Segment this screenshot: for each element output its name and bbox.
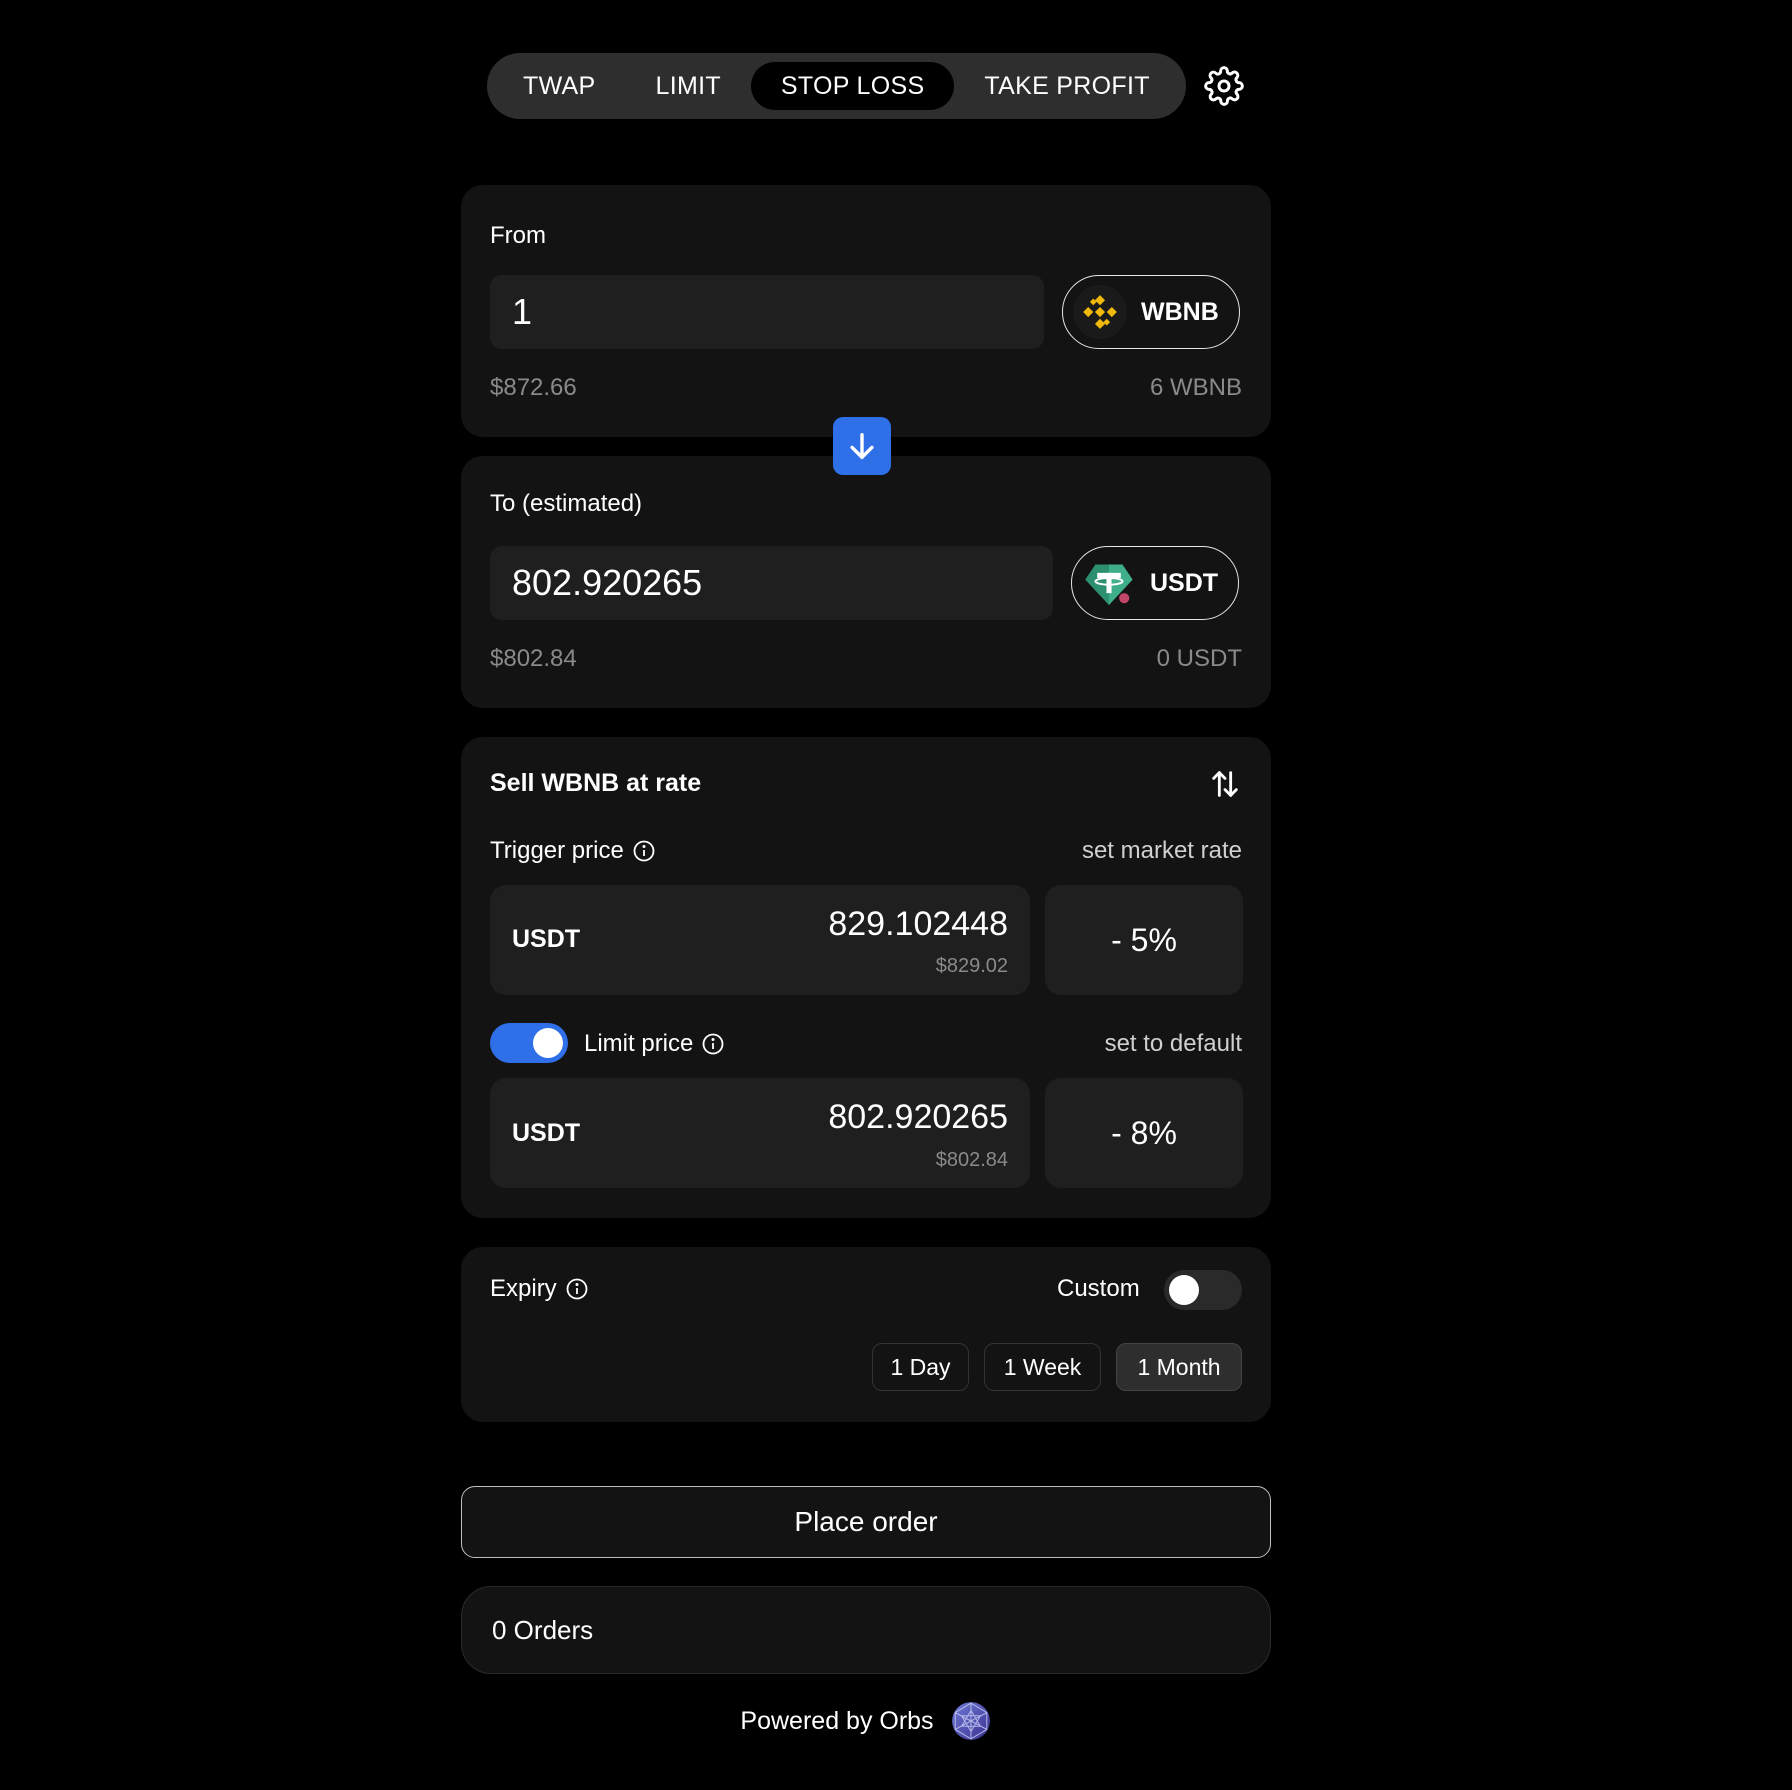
to-amount-output[interactable]: 802.920265 xyxy=(490,546,1053,620)
info-icon[interactable] xyxy=(565,1277,589,1301)
to-balance: 0 USDT xyxy=(1156,645,1242,672)
tab-limit[interactable]: LIMIT xyxy=(626,62,751,110)
limit-price-box[interactable]: USDT 802.920265 $802.84 xyxy=(490,1078,1030,1188)
tab-take-profit[interactable]: TAKE PROFIT xyxy=(954,62,1179,110)
limit-percent-button[interactable]: - 8% xyxy=(1045,1078,1243,1188)
custom-expiry-toggle[interactable] xyxy=(1164,1270,1242,1310)
expiry-card: Expiry Custom 1 Day 1 Week 1 Month xyxy=(461,1247,1271,1422)
set-to-default-link[interactable]: set to default xyxy=(1105,1030,1242,1058)
info-icon[interactable] xyxy=(701,1032,725,1056)
wbnb-token-icon xyxy=(1071,283,1129,341)
limit-price-label: Limit price xyxy=(584,1030,694,1057)
toggle-knob xyxy=(533,1028,563,1058)
trigger-price-usd: $829.02 xyxy=(935,955,1008,977)
custom-expiry-label: Custom xyxy=(1057,1275,1140,1302)
order-type-bar: TWAP LIMIT STOP LOSS TAKE PROFIT xyxy=(487,53,1246,119)
to-usd-value: $802.84 xyxy=(490,645,577,672)
arrow-down-icon[interactable] xyxy=(833,417,891,475)
from-token-selector[interactable]: WBNB xyxy=(1062,275,1240,349)
limit-price-toggle[interactable] xyxy=(490,1023,568,1063)
place-order-button[interactable]: Place order xyxy=(461,1486,1271,1558)
powered-by-text: Powered by Orbs xyxy=(740,1706,934,1735)
tab-stop-loss[interactable]: STOP LOSS xyxy=(750,62,955,110)
set-market-rate-link[interactable]: set market rate xyxy=(1082,837,1242,865)
from-usd-value: $872.66 xyxy=(490,374,577,401)
rate-card: Sell WBNB at rate Trigger price set mark… xyxy=(461,737,1271,1218)
powered-by-footer: Powered by Orbs xyxy=(461,1700,1271,1742)
trigger-price-input[interactable]: 829.102448 xyxy=(828,905,1008,944)
to-token-selector[interactable]: USDT xyxy=(1071,546,1240,620)
expiry-option-1-month[interactable]: 1 Month xyxy=(1116,1343,1242,1391)
limit-price-usd: $802.84 xyxy=(935,1149,1008,1171)
orbs-logo-icon xyxy=(950,1700,992,1742)
tab-twap[interactable]: TWAP xyxy=(493,62,626,110)
expiry-label: Expiry xyxy=(490,1275,557,1302)
trigger-price-box[interactable]: USDT 829.102448 $829.02 xyxy=(490,885,1030,995)
expiry-label-row: Expiry xyxy=(490,1275,589,1303)
from-amount-input[interactable]: 1 xyxy=(490,275,1044,349)
trigger-price-token: USDT xyxy=(512,925,581,953)
from-balance[interactable]: 6 WBNB xyxy=(1150,374,1242,402)
trigger-percent-button[interactable]: - 5% xyxy=(1045,885,1243,995)
to-card: To (estimated) 802.920265 USDT $802.84 0… xyxy=(461,456,1271,708)
toggle-knob xyxy=(1169,1275,1199,1305)
limit-price-token: USDT xyxy=(512,1119,581,1147)
to-token-symbol: USDT xyxy=(1150,568,1219,597)
trigger-price-label: Trigger price xyxy=(490,837,624,864)
usdt-token-icon xyxy=(1080,554,1138,612)
info-icon[interactable] xyxy=(632,839,656,863)
limit-price-input[interactable]: 802.920265 xyxy=(828,1098,1008,1137)
from-token-symbol: WBNB xyxy=(1141,297,1219,326)
expiry-option-1-week[interactable]: 1 Week xyxy=(984,1343,1101,1391)
to-label: To (estimated) xyxy=(490,490,643,517)
trigger-price-label-row: Trigger price xyxy=(490,837,656,865)
gear-icon[interactable] xyxy=(1202,64,1246,108)
expiry-option-1-day[interactable]: 1 Day xyxy=(872,1343,969,1391)
rate-title: Sell WBNB at rate xyxy=(490,769,702,797)
from-label: From xyxy=(490,222,546,249)
limit-price-label-row: Limit price xyxy=(584,1030,725,1058)
swap-vertical-icon[interactable] xyxy=(1208,767,1242,806)
order-type-tabs: TWAP LIMIT STOP LOSS TAKE PROFIT xyxy=(487,53,1186,119)
orders-button[interactable]: 0 Orders xyxy=(461,1586,1271,1674)
from-card: From 1 WBNB $872.66 6 WBNB xyxy=(461,185,1271,437)
